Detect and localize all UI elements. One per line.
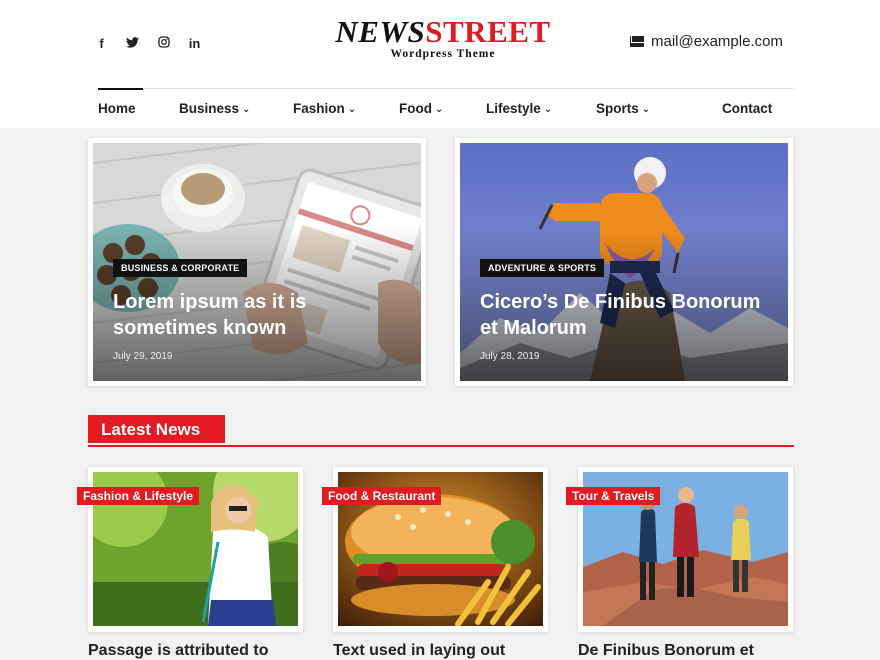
nav-item-contact[interactable]: Contact [722, 101, 772, 116]
email-text: mail@example.com [651, 33, 783, 50]
chevron-down-icon: ⌄ [543, 104, 553, 115]
twitter-icon[interactable] [117, 36, 148, 51]
envelope-icon [630, 36, 644, 47]
social-links: f in [86, 36, 210, 51]
chevron-down-icon: ⌄ [242, 104, 251, 115]
linkedin-icon[interactable]: in [179, 36, 210, 51]
post-title[interactable]: De Finibus Bonorum et [578, 642, 754, 660]
nav-item-food[interactable]: Food ⌄ [399, 101, 443, 116]
nav-item-home[interactable]: Home [98, 101, 136, 116]
category-badge[interactable]: Tour & Travels [566, 487, 661, 505]
nav-item-fashion[interactable]: Fashion ⌄ [293, 101, 356, 116]
nav-item-lifestyle[interactable]: Lifestyle ⌄ [486, 101, 552, 116]
nav-item-sports[interactable]: Sports ⌄ [596, 101, 650, 116]
category-badge[interactable]: Food & Restaurant [322, 487, 442, 505]
category-label[interactable]: ADVENTURE & SPORTS [480, 259, 605, 277]
nav-item-business[interactable]: Business ⌄ [179, 101, 250, 116]
main-navigation: Home Business ⌄ Fashion ⌄ Food ⌄ Lifestyle ⌄… [98, 88, 794, 128]
contact-email[interactable]: mail@example.com [630, 33, 783, 50]
chevron-down-icon: ⌄ [641, 104, 651, 115]
featured-post-card[interactable]: ADVENTURE & SPORTS Cicero’s De Finibus B… [455, 138, 793, 386]
instagram-icon[interactable] [148, 36, 179, 51]
facebook-icon[interactable]: f [86, 36, 117, 51]
post-title[interactable]: Cicero’s De Finibus Bonorum et Malorum [480, 289, 770, 341]
featured-post-card[interactable]: BUSINESS & CORPORATE Lorem ipsum as it i… [88, 138, 426, 386]
section-title: Latest News [88, 415, 225, 443]
category-label[interactable]: BUSINESS & CORPORATE [113, 259, 248, 277]
category-badge[interactable]: Fashion & Lifestyle [77, 487, 200, 505]
post-title[interactable]: Lorem ipsum as it is sometimes known [113, 289, 403, 341]
chevron-down-icon: ⌄ [435, 104, 444, 115]
post-date: July 28, 2019 [480, 351, 540, 362]
featured-image[interactable]: BUSINESS & CORPORATE Lorem ipsum as it i… [93, 143, 421, 381]
brand-name: NEWSSTREET [335, 14, 551, 49]
post-title[interactable]: Passage is attributed to [88, 642, 269, 660]
active-indicator [98, 88, 143, 90]
chevron-down-icon: ⌄ [347, 104, 357, 115]
latest-news-heading: Latest News [88, 415, 794, 447]
site-logo[interactable]: NEWSSTREET Wordpress Theme [330, 14, 556, 60]
site-header: f in NEWSSTREET Wordpress Theme mail@exa… [0, 0, 880, 128]
featured-image[interactable]: ADVENTURE & SPORTS Cicero’s De Finibus B… [460, 143, 788, 381]
post-date: July 29, 2019 [113, 351, 173, 362]
post-title[interactable]: Text used in laying out [333, 642, 505, 660]
